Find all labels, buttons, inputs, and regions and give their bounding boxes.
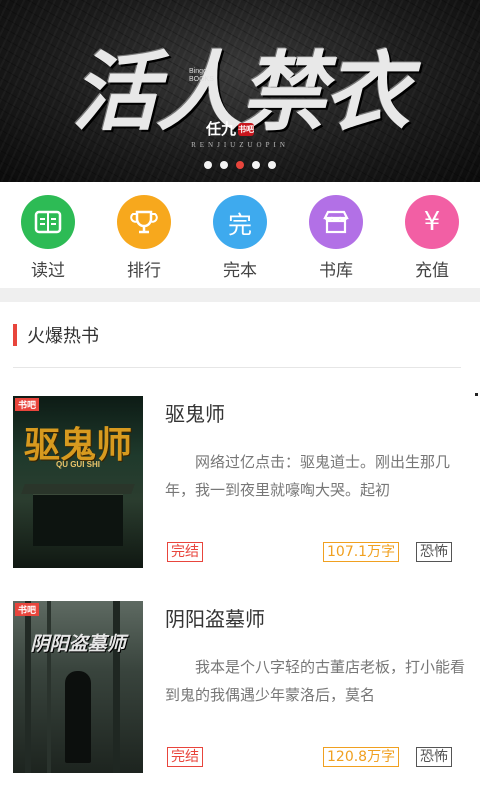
banner-pinyin: RENJIUZUOPIN [191,141,289,149]
section-accent-bar [13,324,17,346]
nav-item-library[interactable]: 书库 [296,182,376,288]
cover-title: 阴阳盗墓师 [30,633,126,655]
section-separator [0,288,480,302]
nav-item-ranking[interactable]: 排行 [104,182,184,288]
nav-label: 充值 [415,261,449,281]
cover-brand: 书吧 [15,398,40,411]
book-cover[interactable]: 书吧 驱鬼师 QU GUI SHI [13,396,143,568]
trophy-icon [117,195,171,249]
cover-brand: 书吧 [15,603,40,616]
banner-publisher-logo: Bingo BOOKS [189,68,214,83]
banner-author-name: 任九 [206,120,237,138]
bookshelf-icon [309,195,363,249]
status-badge: 完结 [167,542,203,562]
top-banner-carousel[interactable]: 活人禁衣 Bingo BOOKS 任九 书吧 RENJIUZUOPIN [0,0,480,182]
book-description: 我本是个八字轻的古董店老板，打小能看到鬼的我偶遇少年蒙洛后，莫名 [165,658,465,704]
nav-item-completed[interactable]: 完 完本 [200,182,280,288]
carousel-dot[interactable] [268,161,276,169]
carousel-dot[interactable] [204,161,212,169]
book-card[interactable]: 书吧 阴阳盗墓师 阴阳盗墓师 我本是个八字轻的古董店老板，打小能看到鬼的我偶遇少… [13,601,467,777]
nav-label: 完本 [223,261,257,281]
yen-glyph: ¥ [423,207,441,237]
book-icon [21,195,75,249]
nav-label: 排行 [127,261,161,281]
carousel-dot-active[interactable] [236,161,244,169]
book-title[interactable]: 阴阳盗墓师 [165,603,265,632]
word-count-badge: 107.1万字 [323,542,400,562]
word-count-badge: 120.8万字 [323,747,400,767]
section-header: 火爆热书 [13,322,99,348]
book-card[interactable]: 书吧 驱鬼师 QU GUI SHI 驱鬼师 网络过亿点击：驱鬼道士。刚出生那几年… [13,396,467,572]
complete-icon: 完 [213,195,267,249]
carousel-dot[interactable] [252,161,260,169]
banner-seal: 书吧 [238,123,255,136]
complete-icon-glyph: 完 [228,210,252,239]
book-cover[interactable]: 书吧 阴阳盗墓师 [13,601,143,773]
nav-item-read[interactable]: 读过 [8,182,88,288]
genre-badge: 恐怖 [416,747,452,767]
carousel-indicators [0,161,480,169]
divider [13,367,461,368]
nav-label: 书库 [319,261,353,281]
scroll-indicator [475,393,478,396]
book-description: 网络过亿点击：驱鬼道士。刚出生那几年，我一到夜里就嚎啕大哭。起初 [165,453,451,499]
carousel-dot[interactable] [220,161,228,169]
status-badge: 完结 [167,747,203,767]
book-title[interactable]: 驱鬼师 [165,398,225,427]
cover-subtitle: QU GUI SHI [55,460,100,469]
recharge-icon: ¥ [405,195,459,249]
nav-item-recharge[interactable]: ¥ 充值 [392,182,472,288]
quick-nav: 读过 排行 完 完本 书库 ¥ 充值 [0,182,480,288]
genre-badge: 恐怖 [416,542,452,562]
nav-label: 读过 [31,261,65,281]
section-title: 火爆热书 [27,326,99,347]
banner-author: 任九 书吧 [206,118,255,139]
